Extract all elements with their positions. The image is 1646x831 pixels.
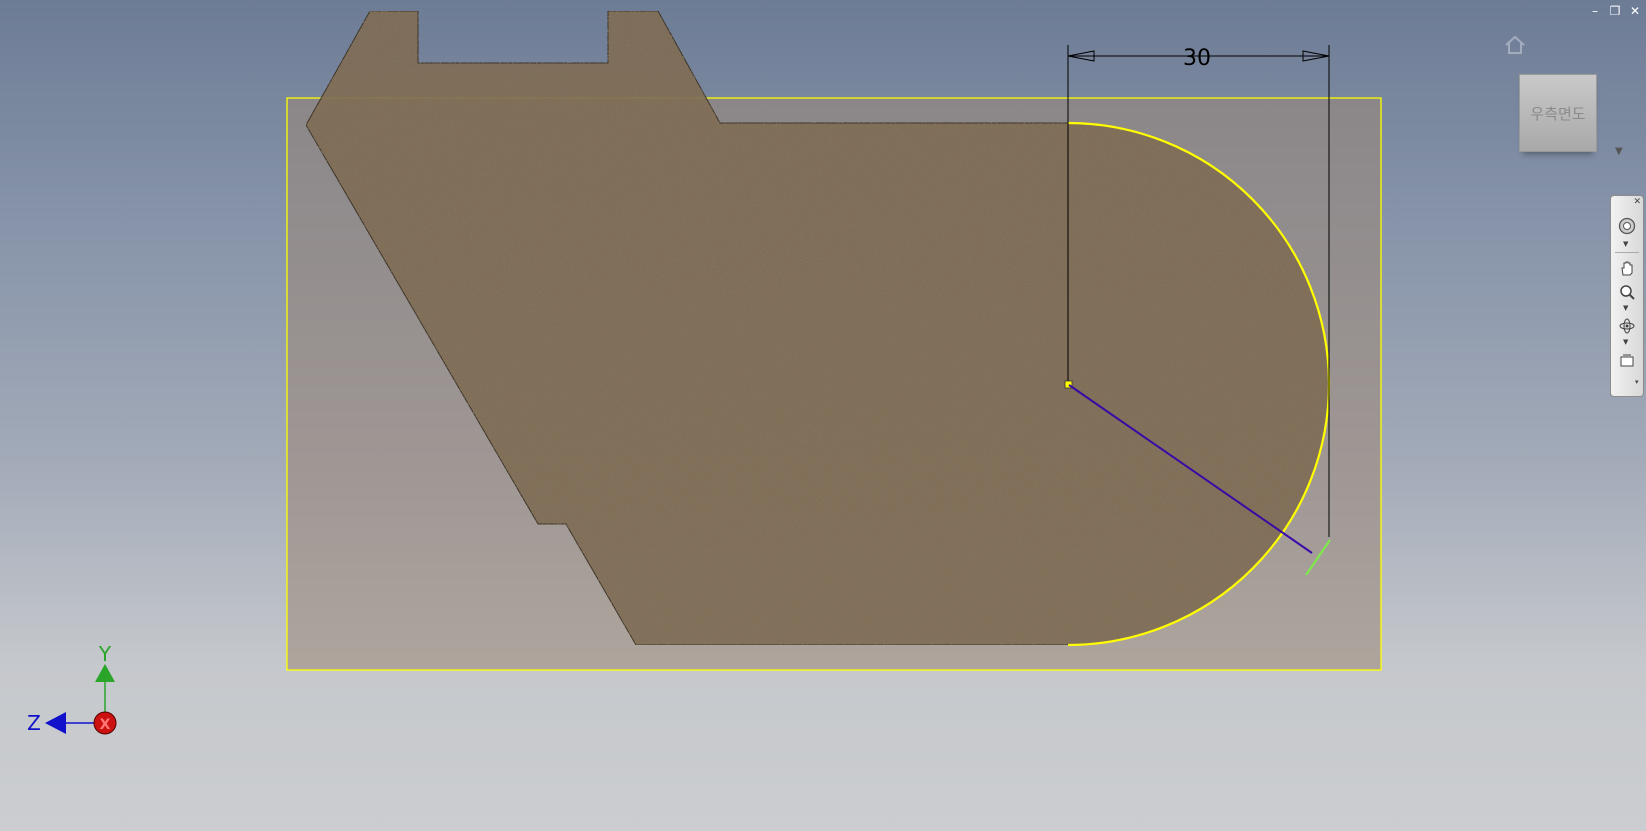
window-controls: – ❐ ✕ bbox=[1588, 4, 1642, 18]
navbar-options-icon[interactable]: ▾ bbox=[1635, 378, 1639, 386]
triad-z-label: Z bbox=[27, 711, 41, 735]
triad-y-label: Y bbox=[98, 642, 112, 666]
pan-icon[interactable] bbox=[1617, 258, 1637, 278]
look-at-icon[interactable] bbox=[1617, 350, 1637, 370]
close-button[interactable]: ✕ bbox=[1628, 4, 1642, 18]
home-icon[interactable] bbox=[1504, 34, 1526, 56]
viewcube[interactable]: 우측면도 bbox=[1519, 74, 1597, 152]
graphics-window[interactable]: 30 X Y Z bbox=[0, 0, 1646, 831]
chevron-down-icon[interactable]: ▼ bbox=[1623, 240, 1628, 248]
minimize-button[interactable]: – bbox=[1588, 4, 1602, 18]
chevron-down-icon[interactable]: ▼ bbox=[1615, 146, 1623, 157]
chevron-down-icon[interactable]: ▼ bbox=[1623, 338, 1628, 346]
viewcube-face-label[interactable]: 우측면도 bbox=[1530, 103, 1585, 124]
steering-wheel-icon[interactable] bbox=[1617, 216, 1637, 236]
triad-x-label: X bbox=[100, 717, 111, 733]
restore-button[interactable]: ❐ bbox=[1608, 4, 1622, 18]
zoom-icon[interactable] bbox=[1617, 282, 1637, 302]
close-icon[interactable]: ✕ bbox=[1633, 197, 1641, 207]
chevron-down-icon[interactable]: ▼ bbox=[1623, 304, 1628, 312]
dimension-value[interactable]: 30 bbox=[1183, 46, 1211, 71]
coordinate-triad: X Y Z bbox=[27, 642, 117, 735]
y-axis-arrow bbox=[95, 664, 115, 682]
orbit-icon[interactable] bbox=[1617, 316, 1637, 336]
navigation-bar: ✕ ▼ ▼ ▼ ▾ bbox=[1610, 195, 1644, 397]
z-axis-arrow bbox=[45, 712, 66, 734]
